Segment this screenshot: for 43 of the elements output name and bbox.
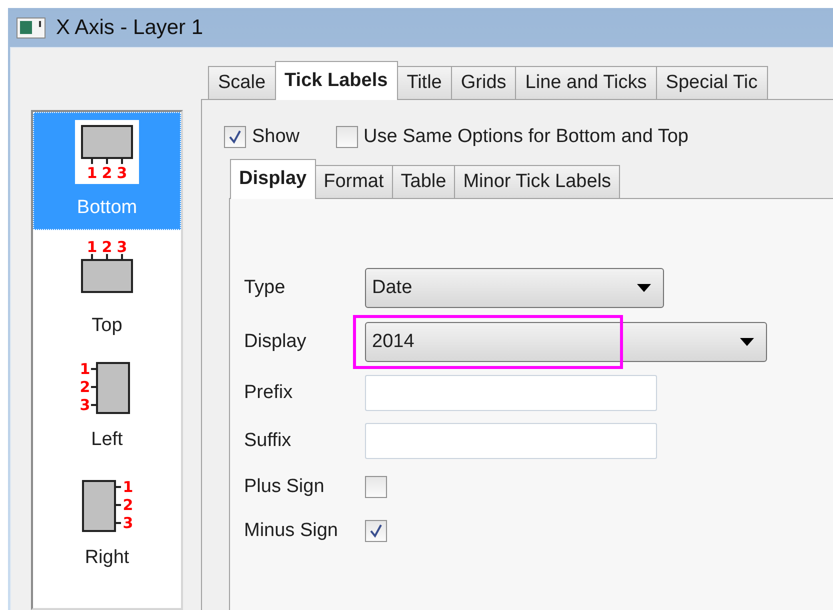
field-label: Prefix (244, 380, 294, 405)
dropdown-value: Date (372, 276, 412, 300)
subtab[interactable]: Minor Tick Labels (454, 165, 620, 199)
checkbox[interactable] (224, 126, 246, 148)
tab[interactable]: Title (396, 66, 452, 100)
checkbox[interactable] (365, 520, 387, 542)
dropdown-value: 2014 (372, 330, 414, 354)
caret-icon (740, 338, 754, 346)
checkbox[interactable] (336, 126, 358, 148)
axis-list-item[interactable]: 1 2 3 Top (33, 230, 181, 348)
checkbox-label: Show (252, 124, 300, 149)
text-field[interactable] (365, 375, 657, 411)
dropdown[interactable]: Date (365, 268, 664, 308)
field-label: Display (244, 330, 308, 354)
axis-label: Bottom (76, 196, 138, 220)
checkbox-label: Use Same Options for Bottom and Top (364, 124, 688, 149)
dropdown[interactable]: 2014 (365, 322, 767, 362)
text-field[interactable] (365, 423, 657, 459)
checkmark-icon (228, 130, 242, 144)
checkmark-icon (369, 524, 383, 538)
window-title: X Axis - Layer 1 (56, 14, 204, 41)
axis-list-item[interactable]: 1 2 3 Bottom (33, 112, 181, 230)
axis-label: Right (84, 546, 130, 570)
field-label: Suffix (244, 428, 292, 453)
tab[interactable]: Special Tic (656, 66, 768, 100)
bottom-axis-icon: 1 2 3 (75, 120, 139, 184)
tab[interactable]: Tick Labels (274, 61, 398, 100)
axis-list-item[interactable]: 1 2 3 Right (33, 466, 181, 584)
axis-list-item[interactable]: 1 2 3 Left (33, 348, 181, 466)
field-label: Type (244, 276, 286, 300)
subtab[interactable]: Display (230, 159, 316, 199)
subtab[interactable]: Table (392, 165, 456, 199)
axis-label: Top (92, 314, 122, 338)
subtab[interactable]: Format (314, 165, 393, 199)
tab[interactable]: Grids (450, 66, 516, 100)
tab[interactable]: Scale (208, 66, 276, 100)
checkbox[interactable] (365, 476, 387, 498)
caret-icon (637, 284, 651, 292)
field-label: Minus Sign (244, 518, 339, 543)
tab[interactable]: Line and Ticks (515, 66, 657, 100)
window-app-icon (16, 16, 46, 38)
axis-label: Left (91, 428, 123, 452)
field-label: Plus Sign (244, 474, 326, 499)
